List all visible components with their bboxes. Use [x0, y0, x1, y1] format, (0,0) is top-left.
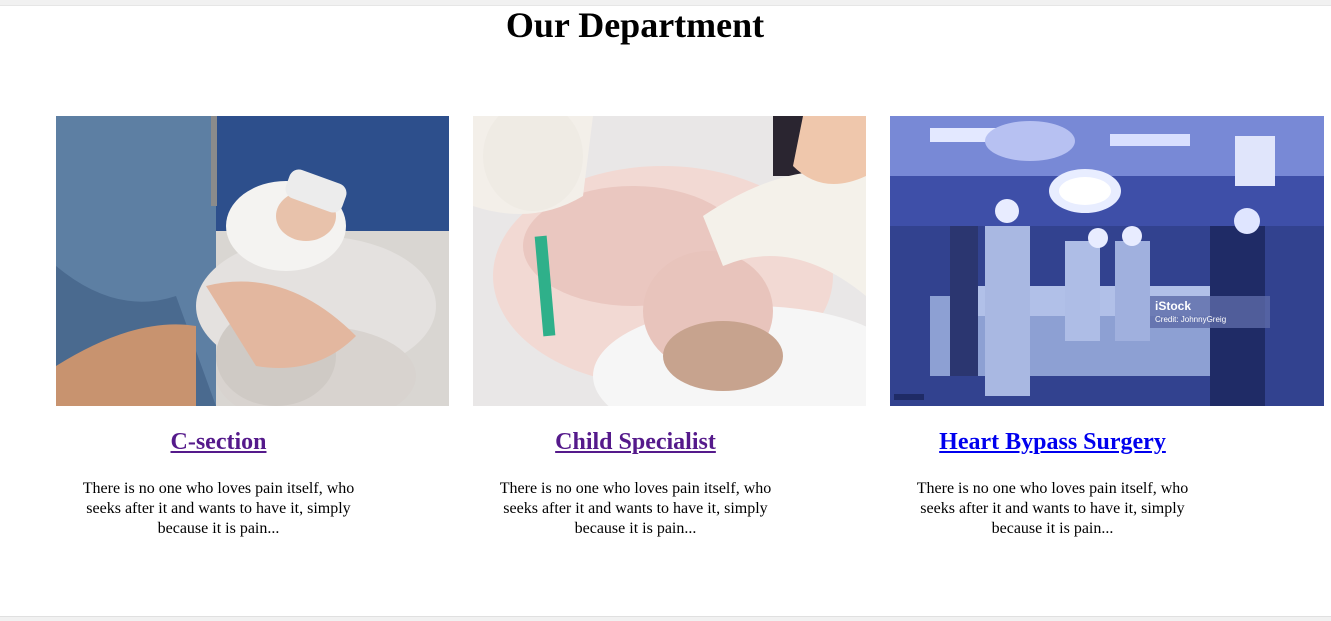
newborn-photo	[473, 116, 866, 406]
operating-room-photo: iStock Credit: JohnnyGreig	[890, 116, 1324, 406]
card-description: There is no one who loves pain itself, w…	[916, 480, 1189, 537]
istock-watermark: iStock	[1155, 299, 1191, 313]
card-description: There is no one who loves pain itself, w…	[499, 480, 772, 537]
c-section-photo	[56, 116, 449, 406]
bottom-divider	[0, 616, 1331, 621]
card-title-link[interactable]: Heart Bypass Surgery	[890, 426, 1215, 458]
page-title: Our Department	[505, 5, 765, 45]
page: Our Department C-section There is no one…	[0, 0, 1331, 621]
card-title-link[interactable]: C-section	[56, 426, 381, 458]
istock-credit: Credit: JohnnyGreig	[1155, 315, 1226, 324]
card-title-link[interactable]: Child Specialist	[473, 426, 798, 458]
card-description: There is no one who loves pain itself, w…	[82, 480, 355, 537]
